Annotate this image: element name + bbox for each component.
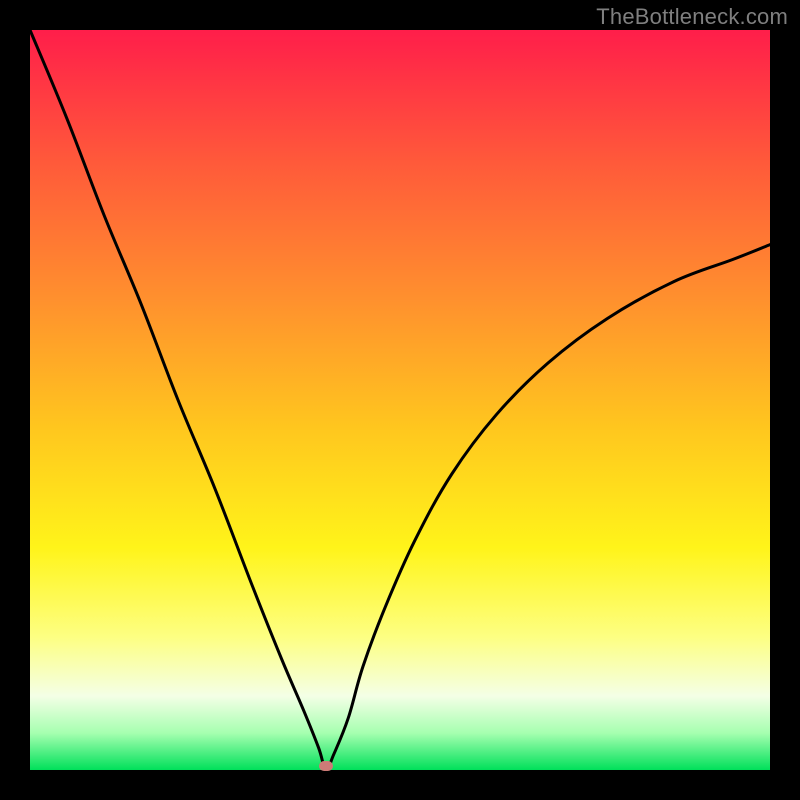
optimum-marker [319, 761, 333, 771]
chart-frame: TheBottleneck.com [0, 0, 800, 800]
watermark-text: TheBottleneck.com [596, 4, 788, 30]
plot-area [30, 30, 770, 770]
bottleneck-curve [30, 30, 770, 770]
